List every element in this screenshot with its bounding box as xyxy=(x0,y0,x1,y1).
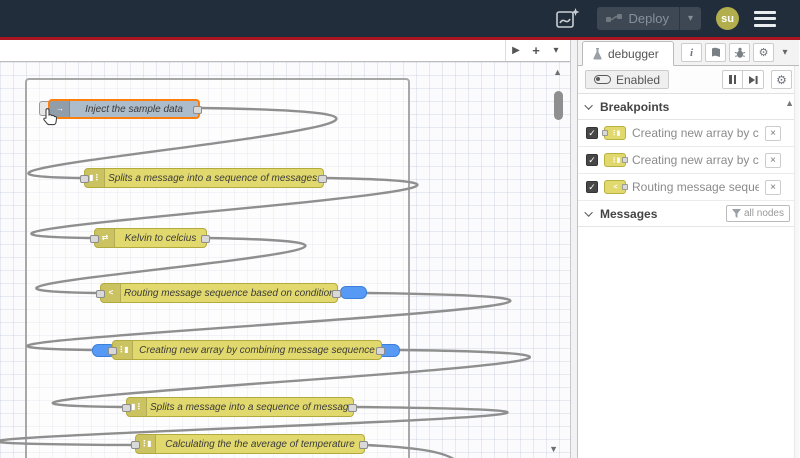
breakpoint-pill-routing-out[interactable] xyxy=(340,286,367,299)
input-port[interactable] xyxy=(122,404,131,412)
sidebar-scroll-up-icon[interactable]: ▲ xyxy=(785,98,794,108)
switch-node-icon: < xyxy=(604,180,628,194)
breakpoint-label: Creating new array by combinin xyxy=(632,126,759,140)
node-join-average[interactable]: ⋮▮ Calculating the the average of temper… xyxy=(131,434,368,454)
message-filter-button[interactable]: all nodes xyxy=(725,205,790,222)
help-book-icon[interactable] xyxy=(705,43,726,62)
workspace-column: ▶ + ▾ → Inject the sample data ▮⋮ Splits… xyxy=(0,40,571,458)
output-port[interactable] xyxy=(318,175,327,183)
canvas-scroll-up-icon[interactable]: ▲ xyxy=(553,67,562,77)
output-port[interactable] xyxy=(359,441,368,449)
canvas-scroll-down-icon[interactable]: ▼ xyxy=(549,444,558,454)
add-flow-button[interactable]: + xyxy=(526,40,546,61)
flow-list-caret-icon[interactable]: ▾ xyxy=(546,40,566,61)
output-port[interactable] xyxy=(193,106,202,114)
node-join-array[interactable]: ⋮▮ Creating new array by combining messa… xyxy=(108,340,385,360)
wire-calc-out xyxy=(363,443,455,458)
node-label: Routing message sequence based on condit… xyxy=(124,287,335,299)
tab-label: debugger xyxy=(608,46,659,61)
breakpoint-checkbox[interactable]: ✓ xyxy=(586,154,598,166)
sidebar-scrollbar-gutter[interactable] xyxy=(794,66,799,458)
input-port[interactable] xyxy=(80,175,89,183)
tab-debugger[interactable]: debugger xyxy=(582,41,674,66)
deploy-node-icon xyxy=(605,14,622,22)
enabled-label: Enabled xyxy=(616,72,661,87)
node-label: Calculating the the average of temperatu… xyxy=(165,438,355,450)
toggle-icon xyxy=(594,75,611,84)
node-change-kelvin[interactable]: ⇄ Kelvin to celcius xyxy=(90,228,210,248)
breakpoint-row: ✓ ⋮▮ Creating new array by combinin × xyxy=(578,147,799,174)
header: Deploy ▾ su xyxy=(0,0,800,40)
node-inject[interactable]: → Inject the sample data xyxy=(48,99,202,119)
debugger-controls: ⚙ xyxy=(722,70,792,89)
debugger-toolbar: Enabled ⚙ xyxy=(578,66,799,94)
filter-label: all nodes xyxy=(743,208,784,219)
chevron-down-icon xyxy=(584,100,593,110)
output-port[interactable] xyxy=(348,404,357,412)
workspace-toolbar-buttons: ▶ + ▾ xyxy=(505,40,566,61)
input-port[interactable] xyxy=(131,441,140,449)
sidebar-caret-icon[interactable]: ▾ xyxy=(777,47,793,58)
step-forward-icon[interactable] xyxy=(743,70,764,89)
input-port[interactable] xyxy=(96,290,105,298)
mouse-cursor-hand-icon xyxy=(43,108,57,126)
workspace-toolbar: ▶ + ▾ xyxy=(0,40,570,62)
sidebar: debugger i ⚙ ▾ Enabled ⚙ Breakpoints ✓ ⋮… xyxy=(577,40,799,458)
messages-title: Messages xyxy=(600,206,658,221)
join-node-icon: ⋮▮ xyxy=(604,153,628,167)
output-port[interactable] xyxy=(376,347,385,355)
settings-gear-icon[interactable]: ⚙ xyxy=(753,43,774,62)
breakpoint-checkbox[interactable]: ✓ xyxy=(586,127,598,139)
flask-icon xyxy=(593,47,602,59)
ai-assistant-icon[interactable] xyxy=(554,6,582,32)
debug-bug-icon[interactable] xyxy=(729,43,750,62)
remove-breakpoint-icon[interactable]: × xyxy=(765,152,781,168)
sidebar-tab-tools: i ⚙ ▾ xyxy=(681,43,799,65)
output-port[interactable] xyxy=(332,290,341,298)
breakpoints-section-header[interactable]: Breakpoints xyxy=(578,94,799,120)
deploy-label: Deploy xyxy=(628,11,669,26)
deploy-caret-icon[interactable]: ▾ xyxy=(680,13,701,24)
node-label: Splits a message into a sequence of mess… xyxy=(150,401,353,413)
remove-breakpoint-icon[interactable]: × xyxy=(765,125,781,141)
node-switch-routing[interactable]: < Routing message sequence based on cond… xyxy=(96,283,341,303)
info-icon[interactable]: i xyxy=(681,43,702,62)
avatar[interactable]: su xyxy=(716,7,739,30)
node-split-2[interactable]: ▮⋮ Splits a message into a sequence of m… xyxy=(122,397,357,417)
join-node-icon: ⋮▮ xyxy=(602,126,626,140)
filter-funnel-icon xyxy=(731,209,741,218)
menu-icon[interactable] xyxy=(754,10,776,27)
node-label: Kelvin to celcius xyxy=(124,232,197,244)
breakpoint-row: ✓ ⋮▮ Creating new array by combinin × xyxy=(578,120,799,147)
flow-canvas[interactable]: → Inject the sample data ▮⋮ Splits a mes… xyxy=(0,62,570,458)
header-actions: Deploy ▾ su xyxy=(554,6,800,32)
breakpoint-row: ✓ < Routing message sequence ba × xyxy=(578,174,799,201)
node-label: Inject the sample data xyxy=(85,103,183,115)
input-port[interactable] xyxy=(108,347,117,355)
run-flow-button[interactable]: ▶ xyxy=(506,40,526,61)
input-port[interactable] xyxy=(90,235,99,243)
debugger-settings-gear-icon[interactable]: ⚙ xyxy=(771,70,792,89)
breakpoints-title: Breakpoints xyxy=(600,99,670,114)
deploy-button[interactable]: Deploy ▾ xyxy=(596,7,701,30)
node-split-1[interactable]: ▮⋮ Splits a message into a sequence of m… xyxy=(80,168,327,188)
pause-icon[interactable] xyxy=(722,70,743,89)
chevron-down-icon xyxy=(584,207,593,217)
node-red-app: Deploy ▾ su ▶ + ▾ → Inject the sample da… xyxy=(0,0,800,458)
messages-section-header[interactable]: Messages all nodes xyxy=(578,201,799,227)
node-label: Splits a message into a sequence of mess… xyxy=(108,172,320,184)
node-label: Creating new array by combining message … xyxy=(139,344,375,356)
debugger-enabled-toggle[interactable]: Enabled xyxy=(585,70,670,89)
canvas-scrollbar-thumb[interactable] xyxy=(554,91,563,120)
main-area: ▶ + ▾ → Inject the sample data ▮⋮ Splits… xyxy=(0,40,800,458)
remove-breakpoint-icon[interactable]: × xyxy=(765,179,781,195)
output-port[interactable] xyxy=(201,235,210,243)
breakpoint-checkbox[interactable]: ✓ xyxy=(586,181,598,193)
breakpoint-label: Creating new array by combinin xyxy=(632,153,759,167)
breakpoint-label: Routing message sequence ba xyxy=(632,180,759,194)
sidebar-tab-row: debugger i ⚙ ▾ xyxy=(578,40,799,66)
